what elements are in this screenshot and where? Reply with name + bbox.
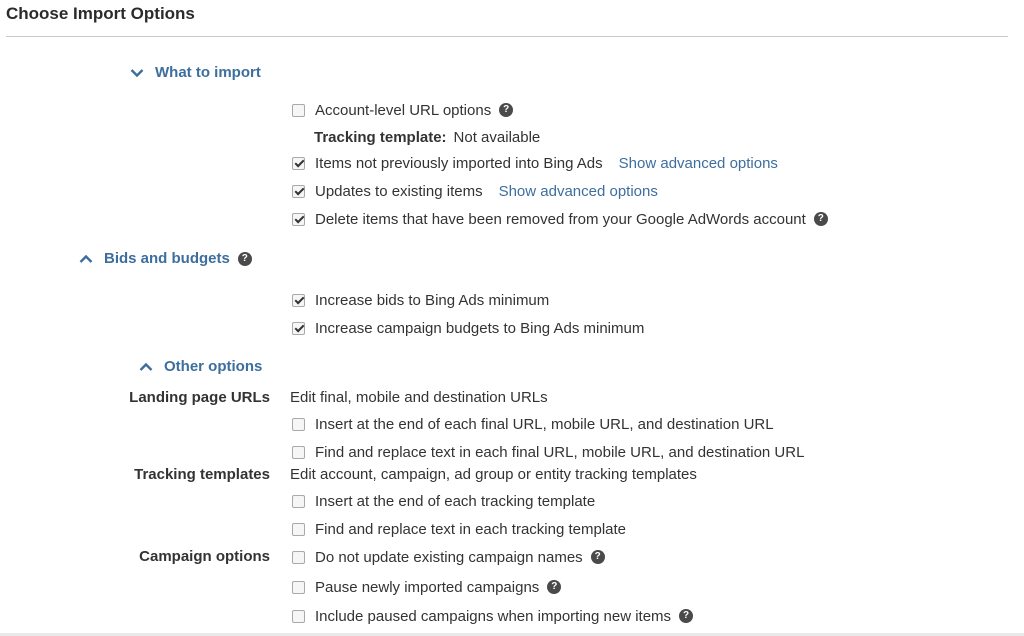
tracking-templates-description: Edit account, campaign, ad group or enti… [290,466,697,483]
option-items-not-imported[interactable]: Items not previously imported into Bing … [292,152,778,174]
help-icon[interactable]: ? [813,212,828,226]
checkbox[interactable] [292,445,305,459]
section-header-label: Bids and budgets [104,250,230,267]
section-header-bids-and-budgets[interactable]: Bids and budgets ? [79,250,252,267]
option-label: Insert at the end of each final URL, mob… [315,415,774,433]
show-advanced-options-link[interactable]: Show advanced options [619,155,778,172]
checkbox[interactable] [292,212,305,226]
checkbox[interactable] [292,417,305,431]
checkbox[interactable] [292,103,305,117]
checkbox[interactable] [292,293,305,307]
option-label: Items not previously imported into Bing … [315,154,603,172]
option-find-replace-tracking[interactable]: Find and replace text in each tracking t… [292,518,626,540]
option-label: Account-level URL options [315,101,492,119]
title-divider [6,36,1008,37]
option-insert-end-url[interactable]: Insert at the end of each final URL, mob… [292,413,774,435]
checkbox[interactable] [292,609,305,623]
option-label: Increase campaign budgets to Bing Ads mi… [315,319,645,337]
checkbox[interactable] [292,550,305,564]
tracking-template-value: Not available [453,128,541,146]
chevron-up-icon [79,254,93,264]
option-find-replace-url[interactable]: Find and replace text in each final URL,… [292,441,804,463]
checkbox[interactable] [292,321,305,335]
section-header-other-options[interactable]: Other options [139,358,262,375]
section-header-label: Other options [164,358,263,375]
option-include-paused[interactable]: Include paused campaigns when importing … [292,605,694,627]
option-label: Find and replace text in each final URL,… [315,443,805,461]
option-label: Find and replace text in each tracking t… [315,520,627,538]
chevron-down-icon [130,68,144,78]
option-increase-bids[interactable]: Increase bids to Bing Ads minimum [292,289,549,311]
option-pause-new-campaigns[interactable]: Pause newly imported campaigns ? [292,576,562,598]
chevron-up-icon [139,362,153,372]
option-account-level-url[interactable]: Account-level URL options ? [292,99,514,121]
help-icon[interactable]: ? [237,251,252,266]
checkbox[interactable] [292,494,305,508]
option-label: Include paused campaigns when importing … [315,607,672,625]
show-advanced-options-link[interactable]: Show advanced options [499,183,658,200]
option-delete-removed[interactable]: Delete items that have been removed from… [292,208,828,230]
option-label: Insert at the end of each tracking templ… [315,492,596,510]
section-header-label: What to import [155,64,261,81]
help-icon[interactable]: ? [590,550,605,564]
option-insert-end-tracking[interactable]: Insert at the end of each tracking templ… [292,490,595,512]
checkbox[interactable] [292,580,305,594]
campaign-options-label: Campaign options [139,548,270,565]
landing-page-urls-description: Edit final, mobile and destination URLs [290,389,548,406]
help-icon[interactable]: ? [547,580,562,594]
option-label: Delete items that have been removed from… [315,210,806,228]
checkbox[interactable] [292,184,305,198]
tracking-templates-label: Tracking templates [134,466,270,483]
section-header-what-to-import[interactable]: What to import [130,64,261,81]
option-do-not-update-names[interactable]: Do not update existing campaign names ? [292,546,605,568]
option-increase-budgets[interactable]: Increase campaign budgets to Bing Ads mi… [292,317,644,339]
option-label: Updates to existing items [315,182,483,200]
tracking-template-label: Tracking template: [314,128,447,146]
option-label: Increase bids to Bing Ads minimum [315,291,550,309]
help-icon[interactable]: ? [499,103,514,117]
checkbox[interactable] [292,522,305,536]
option-updates-existing[interactable]: Updates to existing items Show advanced … [292,180,658,202]
help-icon[interactable]: ? [679,609,694,623]
tracking-template-info: Tracking template: Not available [314,126,540,148]
landing-page-urls-label: Landing page URLs [129,389,270,406]
option-label: Do not update existing campaign names [315,548,583,566]
page-title: Choose Import Options [6,4,195,23]
option-label: Pause newly imported campaigns [315,578,540,596]
checkbox[interactable] [292,156,305,170]
